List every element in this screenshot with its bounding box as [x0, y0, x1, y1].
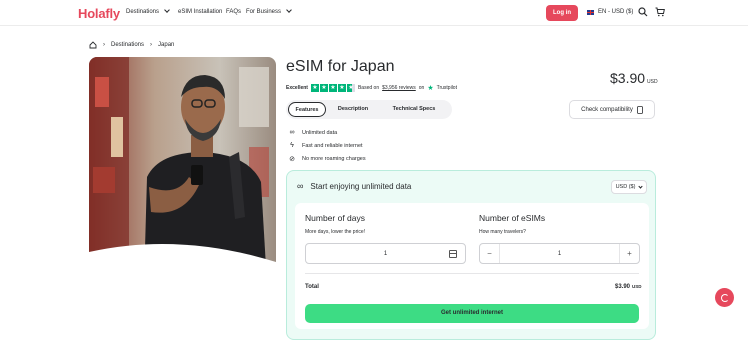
- nav-for-business-label: For Business: [246, 9, 282, 15]
- reviews-suffix: on: [418, 85, 425, 91]
- breadcrumb-japan: Japan: [158, 42, 175, 48]
- increment-button[interactable]: +: [619, 244, 639, 263]
- star-icon: ★: [337, 84, 346, 92]
- tab-technical-specs[interactable]: Technical Specs: [380, 102, 448, 117]
- esims-value: 1: [557, 250, 562, 257]
- total-label: Total: [305, 284, 319, 290]
- star-icon: ★: [310, 84, 319, 92]
- chevron-down-icon: [638, 183, 644, 189]
- days-input[interactable]: 1: [305, 243, 466, 264]
- days-value: 1: [383, 250, 388, 257]
- esims-stepper[interactable]: − 1 +: [479, 243, 640, 264]
- feature-label: Unlimited data: [302, 129, 338, 136]
- trustpilot-reviews: Excellent ★ ★ ★ ★ ★ Based on $3,956 revi…: [286, 84, 457, 92]
- search-icon[interactable]: [638, 7, 648, 17]
- infinity-icon: ∞: [289, 129, 295, 136]
- nav-destinations-label: Destinations: [126, 9, 160, 15]
- divider: [305, 273, 639, 274]
- no-roaming-icon: ⊘: [289, 155, 295, 163]
- language-label: EN - USD ($): [598, 9, 634, 15]
- login-button[interactable]: Log in: [546, 5, 578, 21]
- breadcrumb-separator: ›: [150, 42, 153, 48]
- reviews-count-link[interactable]: $3,956 reviews: [382, 85, 416, 91]
- decrement-button[interactable]: −: [480, 244, 500, 263]
- infinity-icon: ∞: [297, 181, 304, 191]
- plan-form: Number of days More days, lower the pric…: [295, 203, 649, 329]
- star-half-icon: ★: [346, 84, 355, 92]
- uk-flag-icon: [587, 9, 594, 15]
- esims-title: Number of eSIMs: [479, 213, 546, 223]
- language-currency-selector[interactable]: EN - USD ($): [587, 9, 633, 15]
- chevron-down-icon: [164, 7, 170, 13]
- star-icon: ★: [328, 84, 337, 92]
- rating-label: Excellent: [286, 85, 308, 91]
- check-compatibility-button[interactable]: Check compatibility: [569, 100, 655, 119]
- plan-heading: ∞ Start enjoying unlimited data: [297, 181, 411, 191]
- price-value: $3.90: [610, 70, 646, 86]
- home-icon[interactable]: [89, 41, 97, 49]
- days-subtitle: More days, lower the price!: [305, 229, 366, 235]
- rating-stars: ★ ★ ★ ★ ★: [310, 84, 355, 92]
- phone-icon: [636, 105, 643, 114]
- feature-item: ϟ Fast and reliable internet: [288, 139, 366, 152]
- nav-destinations[interactable]: Destinations: [126, 7, 170, 15]
- breadcrumb-separator: ›: [103, 42, 105, 48]
- feature-item: ⊘ No more roaming charges: [288, 152, 366, 165]
- cart-icon[interactable]: [655, 7, 665, 17]
- star-icon: ★: [319, 84, 328, 92]
- chevron-down-icon: [286, 7, 292, 13]
- holafly-logo[interactable]: Holafly: [78, 6, 120, 21]
- get-unlimited-internet-button[interactable]: Get unlimited internet: [305, 304, 639, 323]
- breadcrumb-destinations[interactable]: Destinations: [111, 42, 144, 48]
- calendar-icon[interactable]: [449, 250, 457, 258]
- total-price: $3.90 USD: [615, 284, 642, 290]
- currency-select-value: USD ($): [615, 184, 636, 190]
- tab-features[interactable]: Features: [288, 102, 326, 117]
- plan-panel: ∞ Start enjoying unlimited data USD ($) …: [286, 170, 656, 340]
- days-title: Number of days: [305, 213, 365, 223]
- trustpilot-label: Trustpilot: [436, 85, 457, 91]
- currency-select[interactable]: USD ($): [611, 180, 647, 194]
- tab-description[interactable]: Description: [326, 102, 380, 117]
- chat-support-button[interactable]: [715, 288, 734, 307]
- hero-traveler-image: [89, 57, 276, 284]
- chat-icon: [720, 293, 729, 302]
- trustpilot-star-icon: ★: [427, 85, 434, 92]
- product-price: $3.90 USD: [610, 70, 658, 86]
- price-currency: USD: [647, 79, 658, 85]
- plan-heading-label: Start enjoying unlimited data: [310, 181, 412, 191]
- product-tabs: Features Description Technical Specs: [286, 100, 452, 119]
- total-currency: USD: [632, 284, 642, 289]
- check-compatibility-label: Check compatibility: [581, 106, 633, 113]
- product-title: eSIM for Japan: [286, 58, 395, 75]
- site-header: Holafly Destinations eSIM Installation F…: [0, 0, 748, 26]
- feature-label: No more roaming charges: [302, 155, 366, 162]
- esims-subtitle: How many travelers?: [479, 229, 526, 235]
- feature-label: Fast and reliable internet: [302, 142, 363, 149]
- nav-faqs[interactable]: FAQs: [226, 9, 241, 15]
- nav-for-business[interactable]: For Business: [246, 7, 292, 15]
- nav-esim-installation[interactable]: eSIM Installation: [178, 9, 222, 15]
- lightning-icon: ϟ: [290, 142, 294, 149]
- feature-item: ∞ Unlimited data: [288, 126, 366, 139]
- total-value: $3.90: [615, 284, 631, 290]
- reviews-prefix: Based on: [357, 85, 380, 91]
- feature-list: ∞ Unlimited data ϟ Fast and reliable int…: [288, 126, 366, 165]
- breadcrumb: › Destinations › Japan: [89, 41, 174, 49]
